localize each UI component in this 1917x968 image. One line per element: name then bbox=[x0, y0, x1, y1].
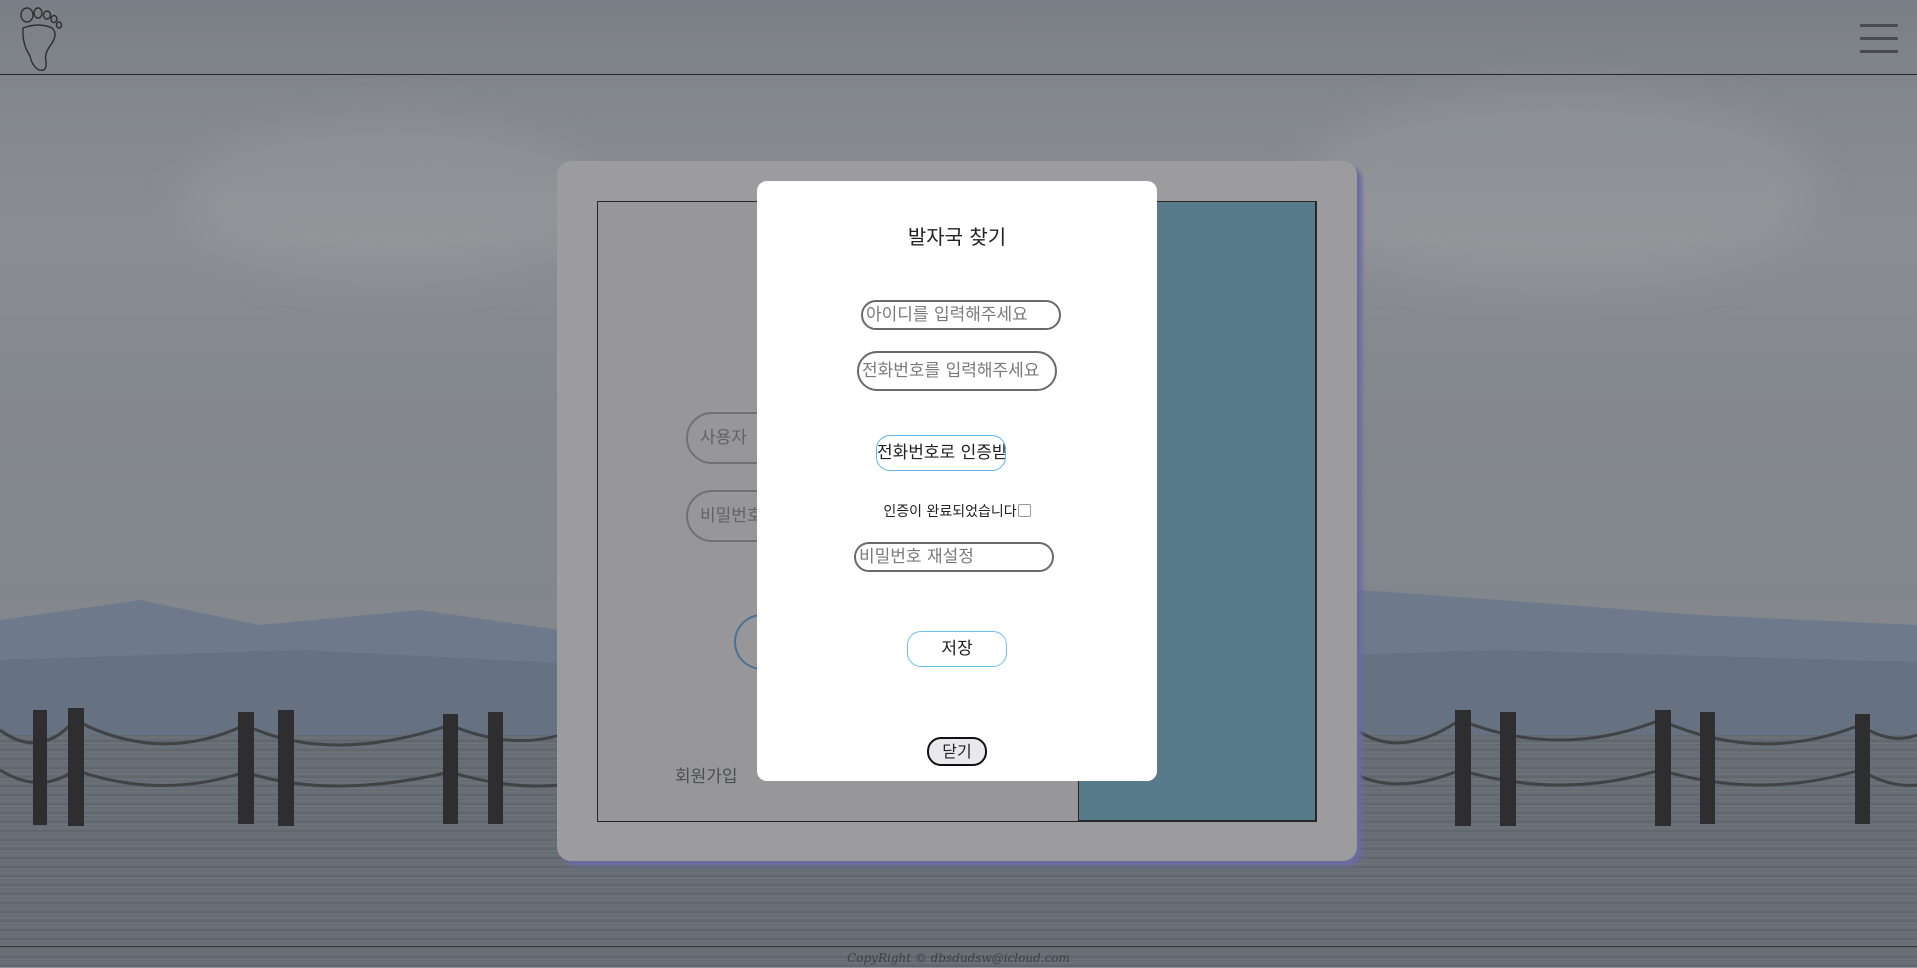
verify-status-row: 인증이 완료되었습니다 bbox=[757, 501, 1157, 521]
close-button[interactable]: 닫기 bbox=[927, 737, 987, 766]
phone-input[interactable] bbox=[857, 351, 1057, 391]
modal-title: 발자국 찾기 bbox=[907, 225, 1007, 249]
find-account-modal: 발자국 찾기 전화번호로 인증받기 인증이 완료되었습니다 저장 닫기 bbox=[757, 181, 1157, 781]
new-password-input[interactable] bbox=[854, 542, 1054, 572]
verify-checkbox[interactable] bbox=[1017, 503, 1031, 517]
phone-verify-button[interactable]: 전화번호로 인증받기 bbox=[876, 435, 1006, 471]
verify-status-text: 인증이 완료되었습니다 bbox=[883, 504, 1017, 520]
id-input[interactable] bbox=[861, 300, 1061, 330]
save-button[interactable]: 저장 bbox=[907, 631, 1007, 667]
